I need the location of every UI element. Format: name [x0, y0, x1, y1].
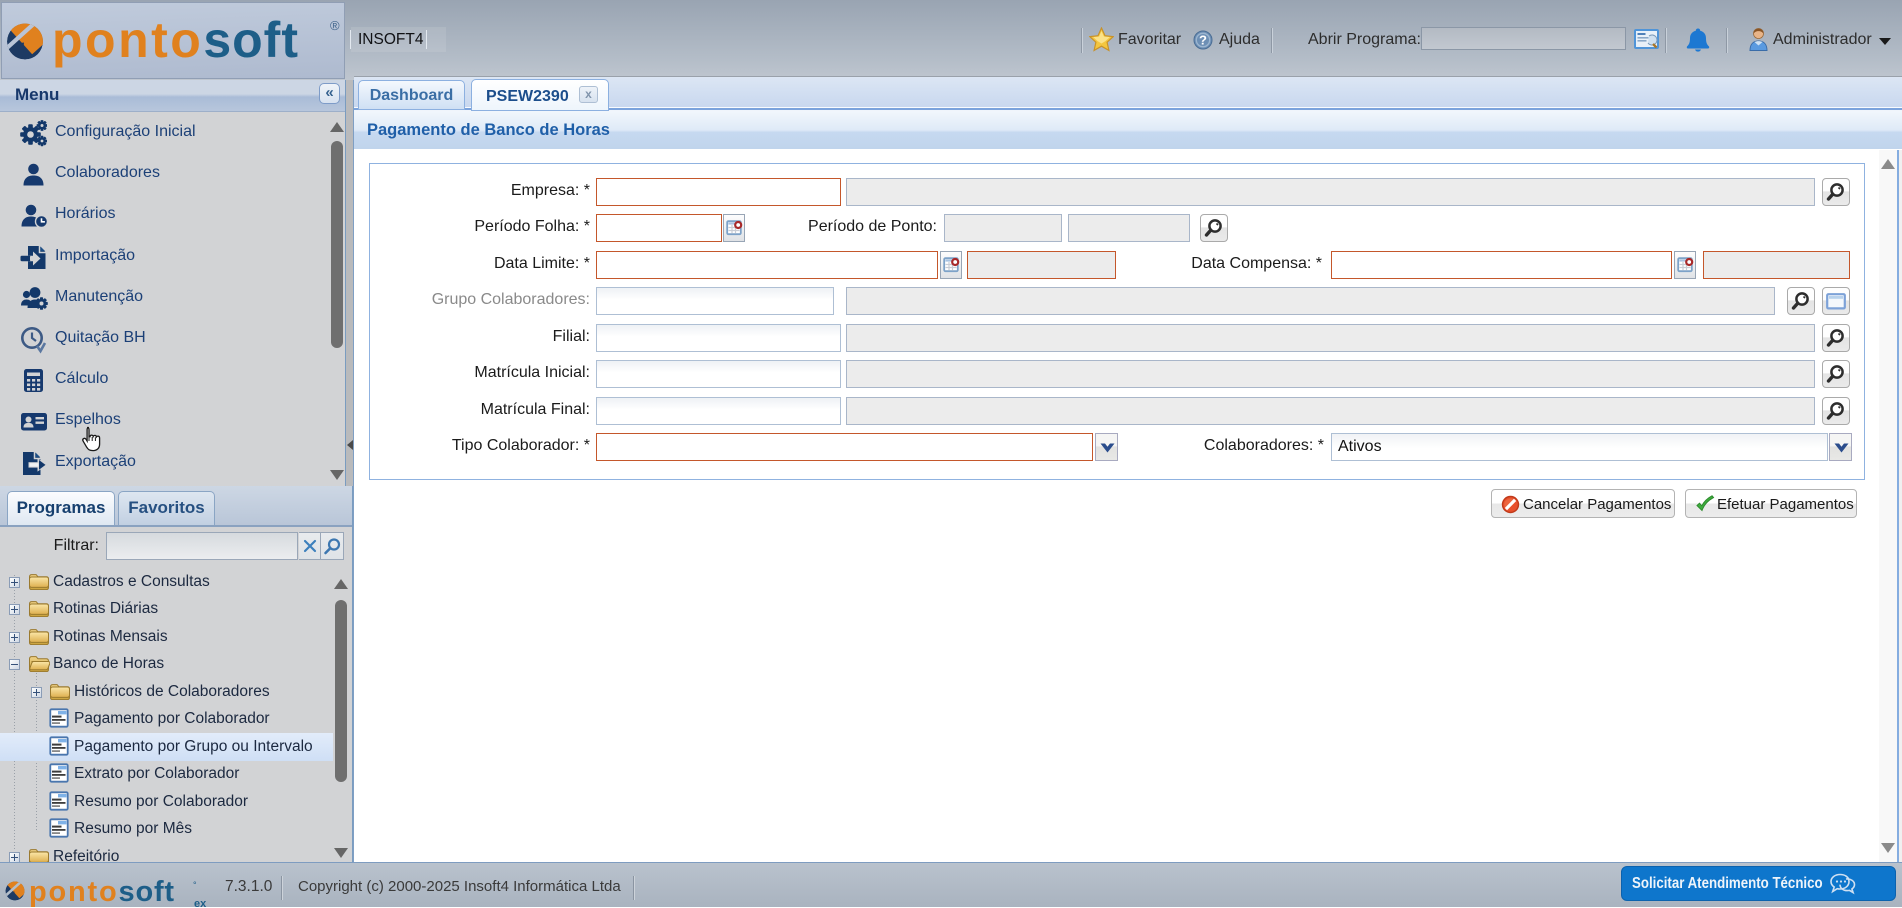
svg-text:?: ?: [1199, 33, 1207, 48]
svg-text:pontosoft: pontosoft: [29, 876, 175, 908]
svg-text:®: ®: [330, 18, 340, 33]
svg-text:pontosoft: pontosoft: [52, 12, 299, 68]
svg-text:°: °: [193, 880, 197, 890]
